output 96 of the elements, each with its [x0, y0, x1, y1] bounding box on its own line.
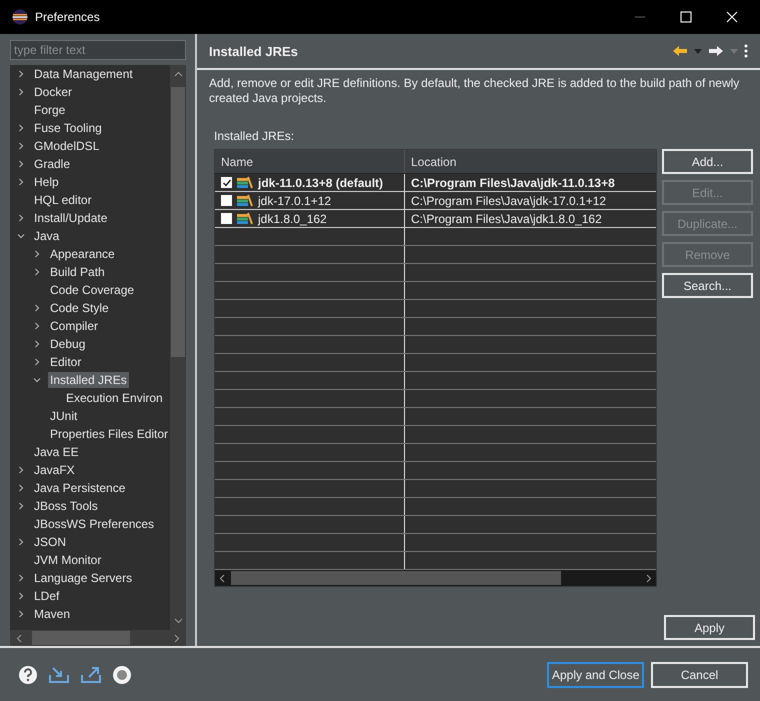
chevron-right-icon[interactable] — [16, 87, 26, 97]
tree-item[interactable]: Docker — [32, 84, 74, 100]
window-title: Preferences — [35, 10, 100, 24]
chevron-right-icon[interactable] — [32, 339, 42, 349]
tree-item[interactable]: Compiler — [48, 318, 100, 334]
chevron-right-icon[interactable] — [16, 213, 26, 223]
tree-item[interactable]: LDef — [32, 588, 62, 604]
column-header[interactable]: Name — [215, 150, 405, 173]
chevron-right-icon[interactable] — [16, 537, 26, 547]
tree-item[interactable]: HQL editor — [32, 192, 94, 208]
tree-item[interactable]: Execution Environ — [64, 390, 165, 406]
scroll-right-icon[interactable] — [174, 634, 180, 642]
page-title: Installed JREs — [209, 44, 298, 58]
tree-item[interactable]: Java EE — [32, 444, 81, 460]
dialog-button[interactable]: Apply and Close — [547, 662, 644, 688]
tree-item[interactable]: Build Path — [48, 264, 107, 280]
chevron-right-icon[interactable] — [16, 465, 26, 475]
table-label: Installed JREs: — [214, 129, 296, 143]
tree-item[interactable]: Editor — [48, 354, 84, 370]
tree-item[interactable]: JSON — [32, 534, 68, 550]
scroll-left-icon[interactable] — [219, 574, 225, 582]
table-cell: C:\Program Files\Java\jdk-11.0.13+8 — [411, 176, 615, 190]
tree-item[interactable]: Appearance — [48, 246, 117, 262]
table-cell: C:\Program Files\Java\jdk1.8.0_162 — [411, 212, 602, 226]
horizontal-scrollbar[interactable] — [10, 630, 186, 646]
chevron-right-icon[interactable] — [16, 501, 26, 511]
checkbox[interactable] — [221, 177, 232, 188]
column-header[interactable]: Location — [405, 150, 656, 173]
import-icon[interactable] — [48, 666, 70, 684]
chevron-right-icon[interactable] — [32, 249, 42, 259]
chevron-down-icon[interactable] — [32, 375, 42, 385]
chevron-right-icon[interactable] — [32, 357, 42, 367]
tree-item[interactable]: JBoss Tools — [32, 498, 100, 514]
chevron-right-icon[interactable] — [32, 267, 42, 277]
scroll-down-icon[interactable] — [174, 618, 182, 624]
scroll-up-icon[interactable] — [174, 71, 182, 77]
chevron-right-icon[interactable] — [16, 177, 26, 187]
library-icon — [237, 176, 253, 189]
tree-item[interactable]: Installed JREs — [48, 372, 129, 388]
tree-item[interactable]: JavaFX — [32, 462, 77, 478]
scroll-left-icon[interactable] — [16, 634, 22, 642]
tree-item[interactable]: Language Servers — [32, 570, 134, 586]
help-icon[interactable] — [18, 664, 38, 684]
chevron-right-icon[interactable] — [16, 573, 26, 583]
vertical-scrollbar[interactable] — [170, 65, 186, 630]
tree-item[interactable]: GModelDSL — [32, 138, 102, 154]
dialog-button[interactable]: Cancel — [651, 662, 748, 688]
tree-item[interactable]: Forge — [32, 102, 68, 118]
app-logo-icon — [12, 9, 28, 25]
tree-item[interactable]: Code Style — [48, 300, 111, 316]
tree-item[interactable]: JBossWS Preferences — [32, 516, 156, 532]
record-icon[interactable] — [112, 664, 132, 684]
chevron-down-icon[interactable] — [16, 231, 26, 241]
chevron-right-icon[interactable] — [16, 483, 26, 493]
checkbox[interactable] — [221, 195, 232, 206]
tree-item[interactable]: JUnit — [48, 408, 80, 424]
table-cell: jdk-17.0.1+12 — [258, 194, 332, 208]
tree-item[interactable]: Data Management — [32, 66, 135, 82]
checkbox[interactable] — [221, 213, 232, 224]
close-icon[interactable] — [726, 11, 738, 23]
chevron-right-icon[interactable] — [16, 123, 26, 133]
chevron-right-icon[interactable] — [16, 69, 26, 79]
tree-item[interactable]: Maven — [32, 606, 72, 622]
tree-item[interactable]: Java — [32, 228, 62, 244]
scroll-right-icon[interactable] — [646, 574, 652, 582]
horizontal-scrollbar[interactable] — [215, 570, 656, 586]
page-description: Add, remove or edit JRE definitions. By default, the checked JRE is added to the build path of newly created Java projects. — [209, 76, 740, 106]
apply-button[interactable]: Apply — [664, 615, 755, 640]
table-cell: jdk-11.0.13+8 (default) — [258, 176, 384, 190]
tree-item[interactable]: Help — [32, 174, 61, 190]
chevron-right-icon[interactable] — [16, 591, 26, 601]
tree-item[interactable]: Install/Update — [32, 210, 110, 226]
chevron-right-icon[interactable] — [32, 321, 42, 331]
more-options-icon[interactable] — [744, 44, 748, 58]
tree-item[interactable]: Fuse Tooling — [32, 120, 104, 136]
library-icon — [237, 194, 253, 207]
chevron-right-icon[interactable] — [32, 303, 42, 313]
tree-item[interactable]: Properties Files Editor — [48, 426, 170, 442]
export-icon[interactable] — [80, 666, 102, 684]
chevron-right-icon[interactable] — [16, 141, 26, 151]
table-cell: C:\Program Files\Java\jdk-17.0.1+12 — [411, 194, 606, 208]
tree-item[interactable]: Gradle — [32, 156, 72, 172]
library-icon — [237, 212, 253, 225]
back-arrow-icon[interactable] — [672, 45, 688, 57]
tree-item[interactable]: Debug — [48, 336, 88, 352]
forward-arrow-icon[interactable] — [708, 45, 724, 57]
filter-field[interactable]: type filter text — [10, 40, 186, 60]
chevron-right-icon[interactable] — [16, 609, 26, 619]
table-cell: jdk1.8.0_162 — [258, 212, 327, 226]
side-button[interactable]: Search... — [662, 273, 753, 298]
tree-item[interactable]: JVM Monitor — [32, 552, 104, 568]
maximize-icon[interactable] — [680, 11, 692, 23]
tree-item[interactable]: Code Coverage — [48, 282, 136, 298]
tree-item[interactable]: Java Persistence — [32, 480, 128, 496]
chevron-right-icon[interactable] — [16, 159, 26, 169]
side-button[interactable]: Add... — [662, 149, 753, 174]
